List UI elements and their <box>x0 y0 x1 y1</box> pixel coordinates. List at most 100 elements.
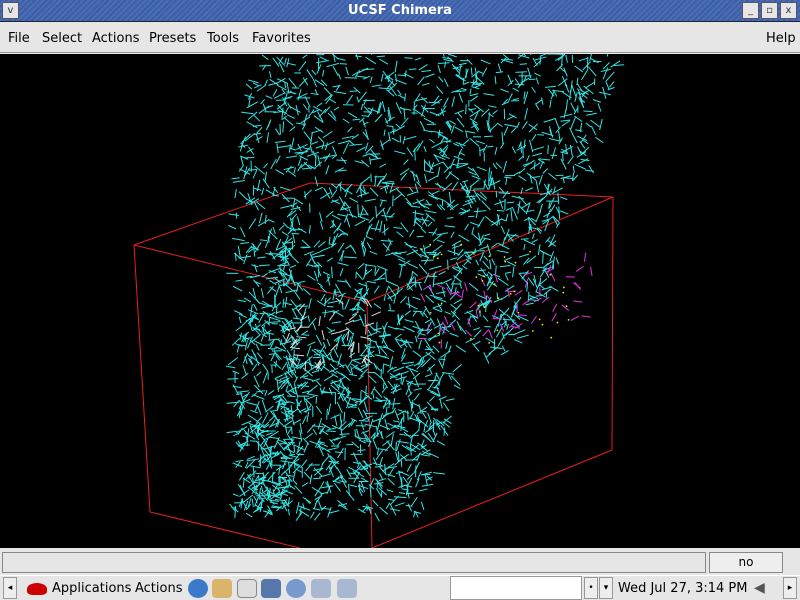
maximize-button[interactable]: ▫ <box>761 2 778 19</box>
protein-bond <box>458 62 467 66</box>
protein-bond <box>423 272 430 284</box>
ligand-bond-white <box>365 324 367 335</box>
protein-bond <box>302 288 311 296</box>
protein-bond <box>314 176 319 187</box>
protein-bond <box>462 139 470 146</box>
protein-bond <box>488 105 497 108</box>
protein-bond <box>496 122 503 128</box>
menu-help[interactable]: Help <box>766 31 796 46</box>
protein-bond <box>348 352 356 358</box>
ligand-bond <box>581 315 591 318</box>
protein-bond <box>389 303 391 311</box>
protein-bond <box>455 344 467 353</box>
protein-bond <box>344 364 352 374</box>
taskbar-right-arrow[interactable]: ▸ <box>783 577 797 599</box>
protein-bond <box>497 63 502 73</box>
protein-bond <box>326 408 328 420</box>
menu-actions[interactable]: Actions <box>92 31 140 46</box>
protein-bond <box>468 282 479 292</box>
menu-tools[interactable]: Tools <box>207 31 239 46</box>
actions-menu[interactable]: Actions <box>135 581 183 596</box>
protein-bond <box>429 395 435 402</box>
water-atom <box>472 251 475 254</box>
protein-bond <box>456 163 469 169</box>
protein-bond <box>469 95 479 102</box>
protein-bond <box>545 85 557 88</box>
protein-bond <box>314 79 325 87</box>
protein-bond <box>312 321 317 331</box>
molecule-viewer[interactable] <box>0 54 800 548</box>
protein-bond <box>427 175 438 182</box>
protein-bond <box>330 199 339 203</box>
protein-bond <box>412 211 424 216</box>
network-icon[interactable] <box>311 579 331 598</box>
menu-file[interactable]: File <box>8 31 30 46</box>
protein-bond <box>444 225 456 228</box>
protein-bond <box>268 331 271 341</box>
protein-bond <box>469 179 480 188</box>
protein-bond <box>239 226 246 238</box>
protein-bond <box>261 412 269 424</box>
protein-bond <box>396 231 404 238</box>
menu-select[interactable]: Select <box>42 31 82 46</box>
minimize-button[interactable]: _ <box>742 2 759 19</box>
protein-bond <box>374 388 383 398</box>
protein-bond <box>372 499 379 507</box>
protein-bond <box>331 214 341 221</box>
workspace-dot-button[interactable]: • <box>584 577 598 599</box>
ligand-bond <box>551 313 557 322</box>
protein-bond <box>359 420 369 422</box>
water-atom <box>420 248 423 251</box>
protein-bond <box>537 134 545 136</box>
protein-bond <box>339 413 342 423</box>
ligand-bond <box>552 303 558 312</box>
protein-bond <box>246 121 258 129</box>
protein-bond <box>262 363 269 372</box>
protein-bond <box>437 62 450 65</box>
applications-menu[interactable]: Applications <box>52 581 131 596</box>
writer-icon[interactable] <box>237 579 257 598</box>
menu-favorites[interactable]: Favorites <box>252 31 311 46</box>
protein-bond <box>421 439 425 446</box>
water-atom <box>460 243 463 246</box>
presentation-icon[interactable] <box>261 579 281 598</box>
protein-bond <box>268 321 281 324</box>
clock[interactable]: Wed Jul 27, 3:14 PM <box>618 581 747 596</box>
protein-bond <box>379 424 391 430</box>
protein-bond <box>292 479 298 485</box>
protein-bond <box>356 192 369 198</box>
ligand-bond <box>480 277 486 287</box>
browser-icon[interactable] <box>188 579 208 598</box>
protein-bond <box>499 199 504 209</box>
protein-bond <box>232 179 245 183</box>
protein-bond <box>386 280 399 287</box>
protein-bond <box>389 372 401 380</box>
ligand-bond <box>517 314 527 317</box>
selection-indicator[interactable]: no selection <box>709 552 783 588</box>
volume-icon[interactable]: ◀ <box>754 580 765 596</box>
protein-bond <box>358 215 370 221</box>
taskbar-left-arrow[interactable]: ◂ <box>3 577 17 599</box>
protein-bond <box>372 392 375 399</box>
protein-bond <box>464 223 469 231</box>
protein-bond <box>285 410 293 413</box>
spreadsheet-icon[interactable] <box>286 579 306 598</box>
protein-bond <box>268 317 271 325</box>
protein-bond <box>409 429 420 439</box>
protein-bond <box>320 293 326 302</box>
protein-bond <box>533 161 536 170</box>
protein-bond <box>299 369 311 379</box>
protein-bond <box>326 257 334 262</box>
protein-bond <box>252 465 255 478</box>
protein-bond <box>388 285 397 297</box>
email-icon[interactable] <box>212 579 232 598</box>
protein-bond <box>436 232 449 236</box>
close-button[interactable]: x <box>780 2 797 19</box>
menu-presets[interactable]: Presets <box>149 31 196 46</box>
protein-bond <box>364 142 369 151</box>
protein-bond <box>444 61 447 68</box>
network-icon-2[interactable] <box>337 579 357 598</box>
workspace-dropdown[interactable]: ▾ <box>599 577 613 599</box>
protein-bond <box>503 126 509 136</box>
task-list-area[interactable] <box>450 576 582 600</box>
